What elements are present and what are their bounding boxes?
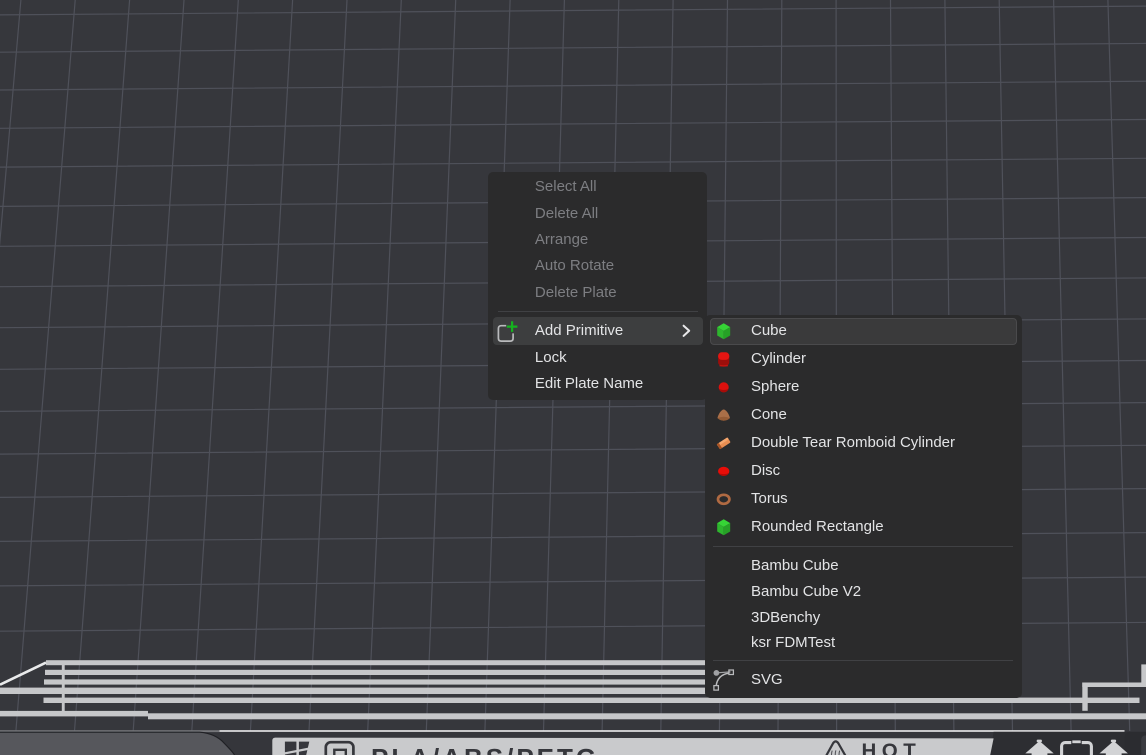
- svg-text:HOT: HOT: [862, 739, 922, 755]
- svg-text:PLA/ABS/PETG: PLA/ABS/PETG: [371, 743, 599, 755]
